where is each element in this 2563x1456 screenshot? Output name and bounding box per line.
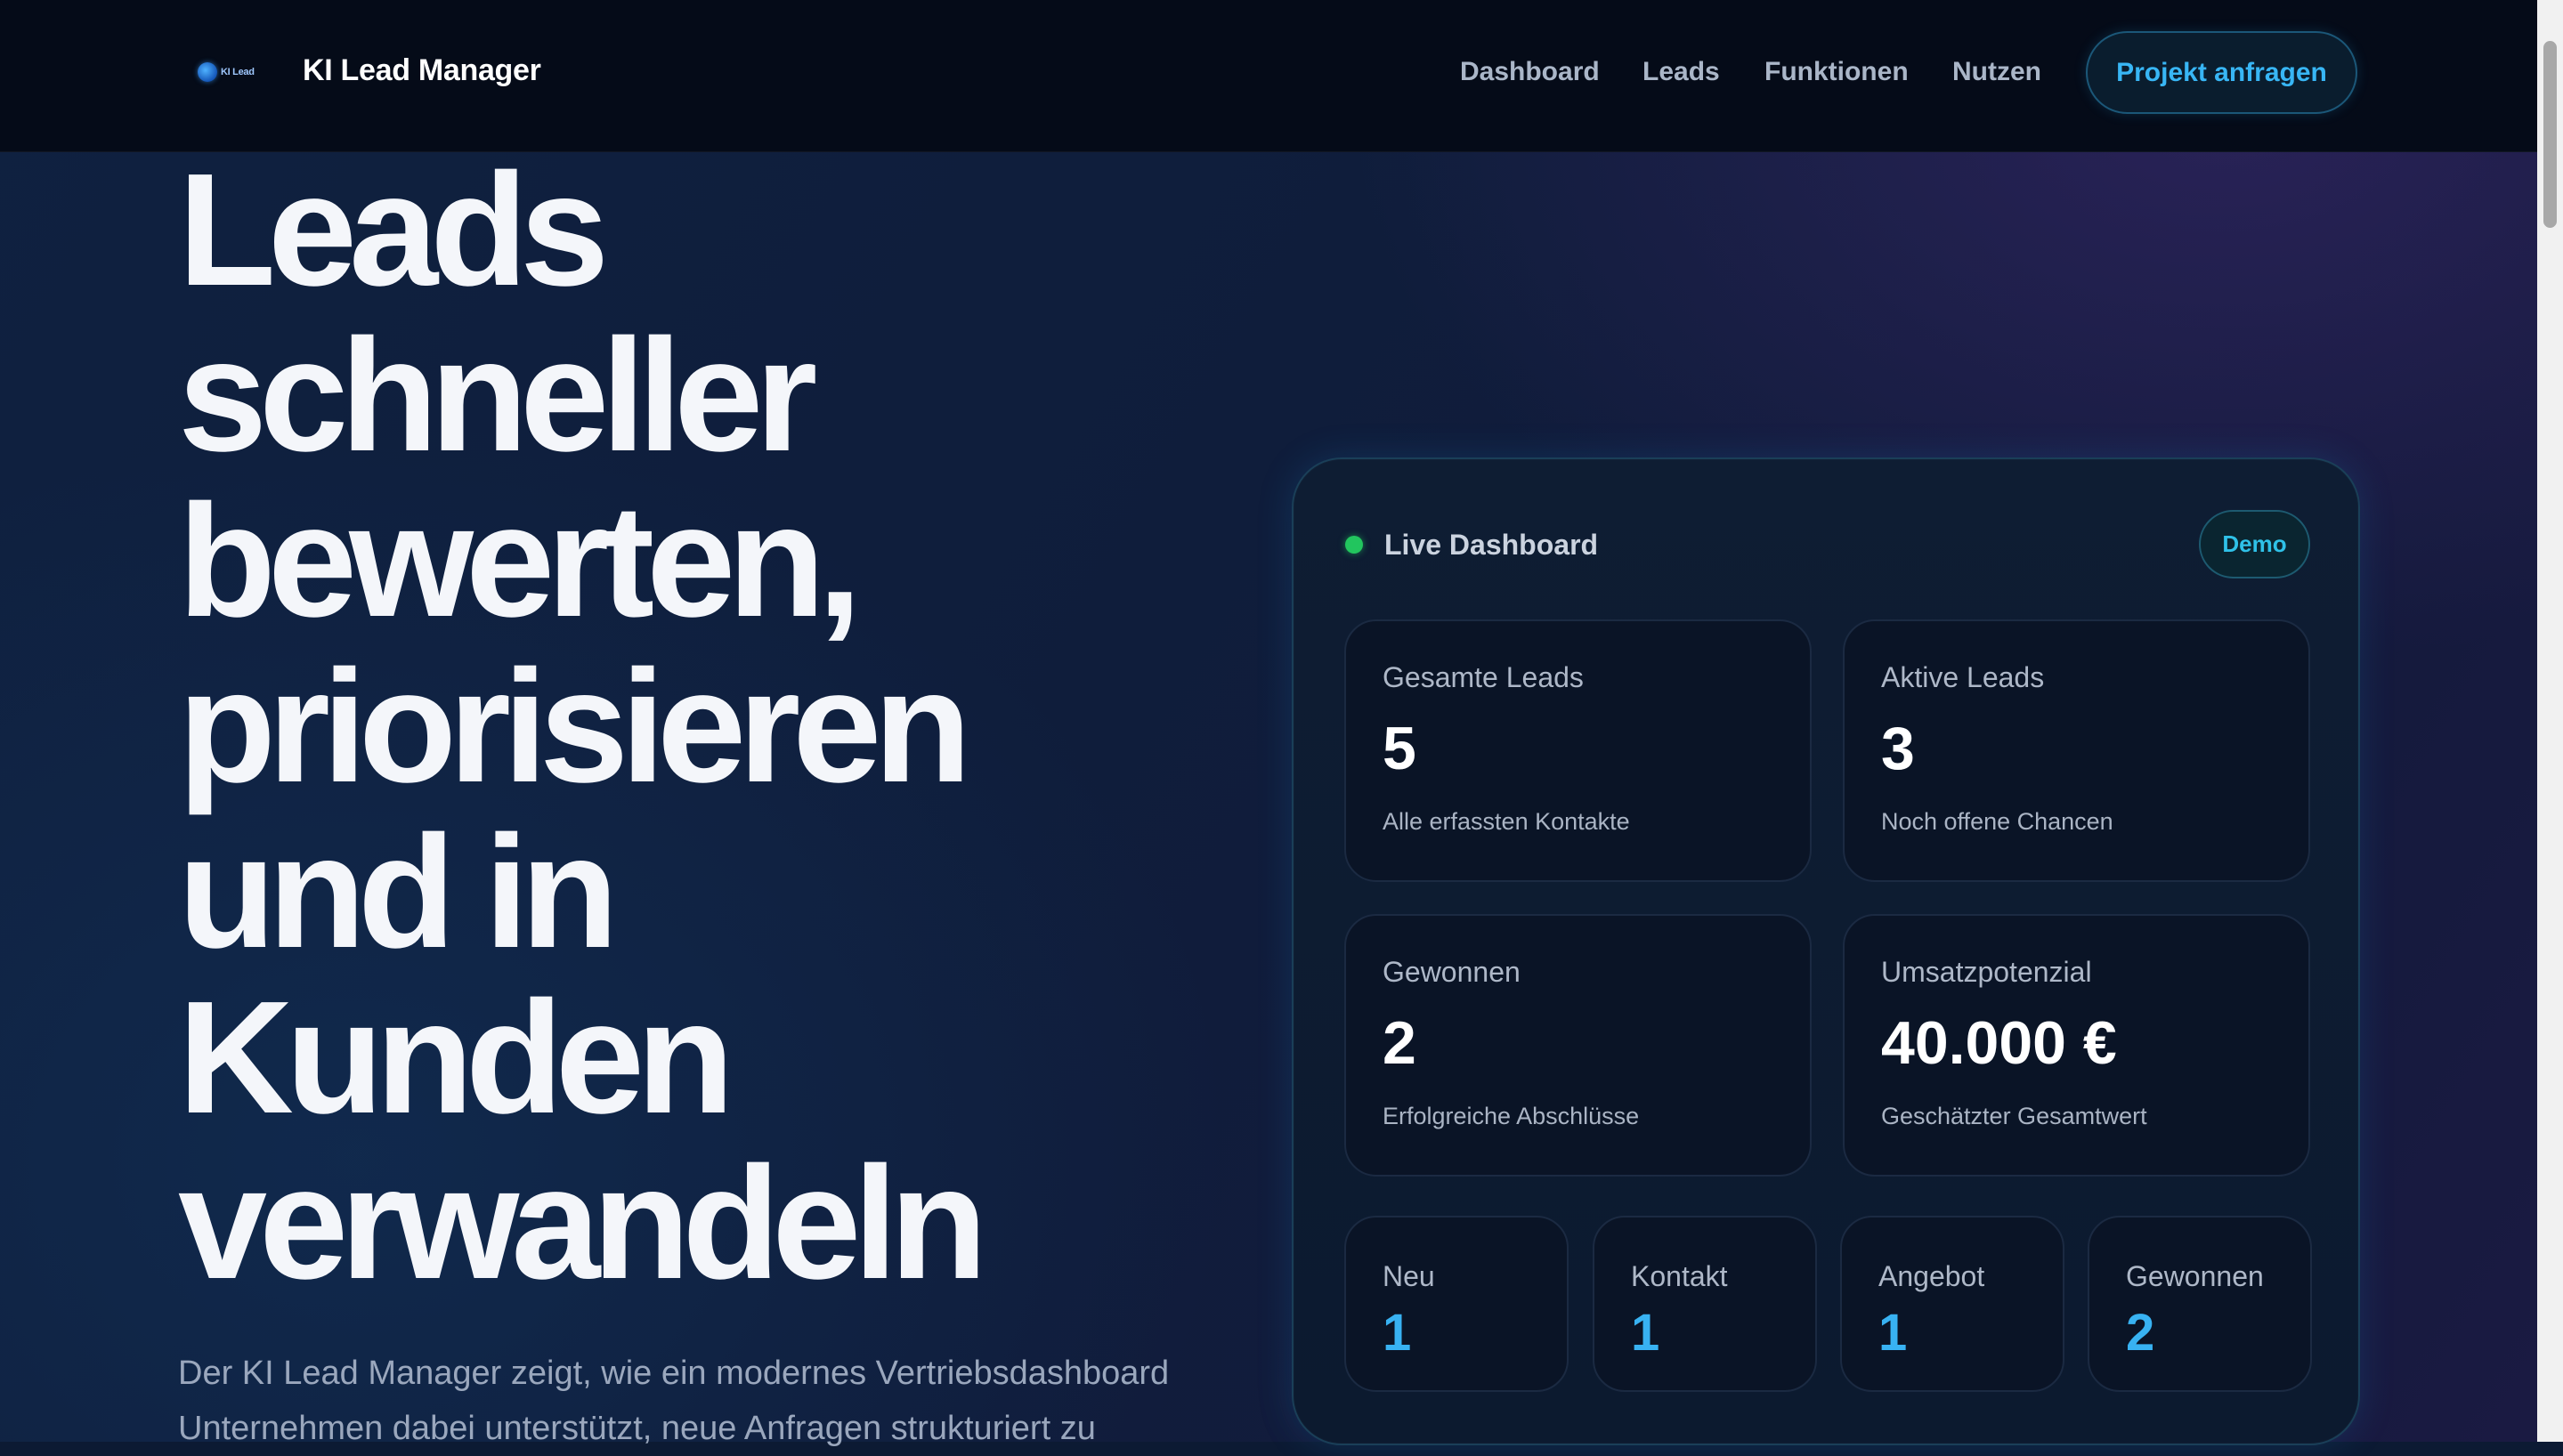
logo-mark bbox=[198, 62, 217, 82]
nav-link-funktionen[interactable]: Funktionen bbox=[1764, 57, 1909, 87]
stat-card-gewonnen: Gewonnen 2 Erfolgreiche Abschlüsse bbox=[1344, 914, 1812, 1177]
stage-label: Angebot bbox=[1878, 1260, 1985, 1292]
stat-value: 5 bbox=[1383, 715, 1416, 782]
stage-label: Gewonnen bbox=[2126, 1260, 2264, 1292]
stat-description: Alle erfassten Kontakte bbox=[1383, 808, 1630, 835]
stage-card-gewonnen: Gewonnen 2 bbox=[2088, 1216, 2312, 1392]
brand-name[interactable]: KI Lead Manager bbox=[303, 53, 541, 88]
stat-card-umsatzpotenzial: Umsatzpotenzial 40.000 € Geschätzter Ges… bbox=[1843, 914, 2310, 1177]
demo-badge: Demo bbox=[2199, 510, 2310, 578]
stage-card-angebot: Angebot 1 bbox=[1840, 1216, 2064, 1392]
stat-label: Umsatzpotenzial bbox=[1881, 956, 2092, 988]
stage-label: Neu bbox=[1383, 1260, 1435, 1292]
stage-count: 1 bbox=[1878, 1304, 1908, 1362]
top-navbar: KI Lead KI Lead Manager Dashboard Leads … bbox=[0, 0, 2537, 152]
stat-label: Gesamte Leads bbox=[1383, 661, 1584, 693]
stage-label: Kontakt bbox=[1631, 1260, 1728, 1292]
stat-value: 2 bbox=[1383, 1009, 1416, 1077]
stage-card-kontakt: Kontakt 1 bbox=[1593, 1216, 1817, 1392]
nav-link-nutzen[interactable]: Nutzen bbox=[1952, 57, 2041, 87]
scrollbar-thumb[interactable] bbox=[2543, 41, 2557, 228]
dashboard-title: Live Dashboard bbox=[1384, 529, 1599, 561]
nav-link-leads[interactable]: Leads bbox=[1642, 57, 1720, 87]
live-dashboard-panel: Live Dashboard Demo Gesamte Leads 5 Alle… bbox=[1292, 457, 2360, 1445]
stat-card-aktive-leads: Aktive Leads 3 Noch offene Chancen bbox=[1843, 619, 2310, 882]
nav-link-dashboard[interactable]: Dashboard bbox=[1460, 57, 1600, 87]
stat-card-gesamte-leads: Gesamte Leads 5 Alle erfassten Kontakte bbox=[1344, 619, 1812, 882]
stage-count: 1 bbox=[1631, 1304, 1660, 1362]
stat-description: Erfolgreiche Abschlüsse bbox=[1383, 1103, 1640, 1129]
stage-count: 1 bbox=[1383, 1304, 1412, 1362]
stage-card-neu: Neu 1 bbox=[1344, 1216, 1569, 1392]
stat-value: 3 bbox=[1881, 715, 1915, 782]
stat-description: Noch offene Chancen bbox=[1881, 808, 2113, 835]
page-scrollbar[interactable] bbox=[2537, 0, 2563, 1442]
hero-title: Leads schneller bewerten, priorisieren u… bbox=[178, 141, 987, 1313]
live-status-dot-icon bbox=[1345, 536, 1363, 554]
stat-label: Gewonnen bbox=[1383, 956, 1521, 988]
projekt-anfragen-button[interactable]: Projekt anfragen bbox=[2086, 31, 2357, 114]
logo-text: KI Lead bbox=[221, 67, 255, 77]
stage-count: 2 bbox=[2126, 1304, 2155, 1362]
stat-label: Aktive Leads bbox=[1881, 661, 2045, 693]
stat-description: Geschätzter Gesamtwert bbox=[1881, 1103, 2147, 1129]
ki-lead-logo-icon[interactable]: KI Lead bbox=[198, 59, 258, 85]
stat-value: 40.000 € bbox=[1881, 1009, 2117, 1077]
hero-subtitle: Der KI Lead Manager zeigt, wie ein moder… bbox=[178, 1355, 1170, 1447]
